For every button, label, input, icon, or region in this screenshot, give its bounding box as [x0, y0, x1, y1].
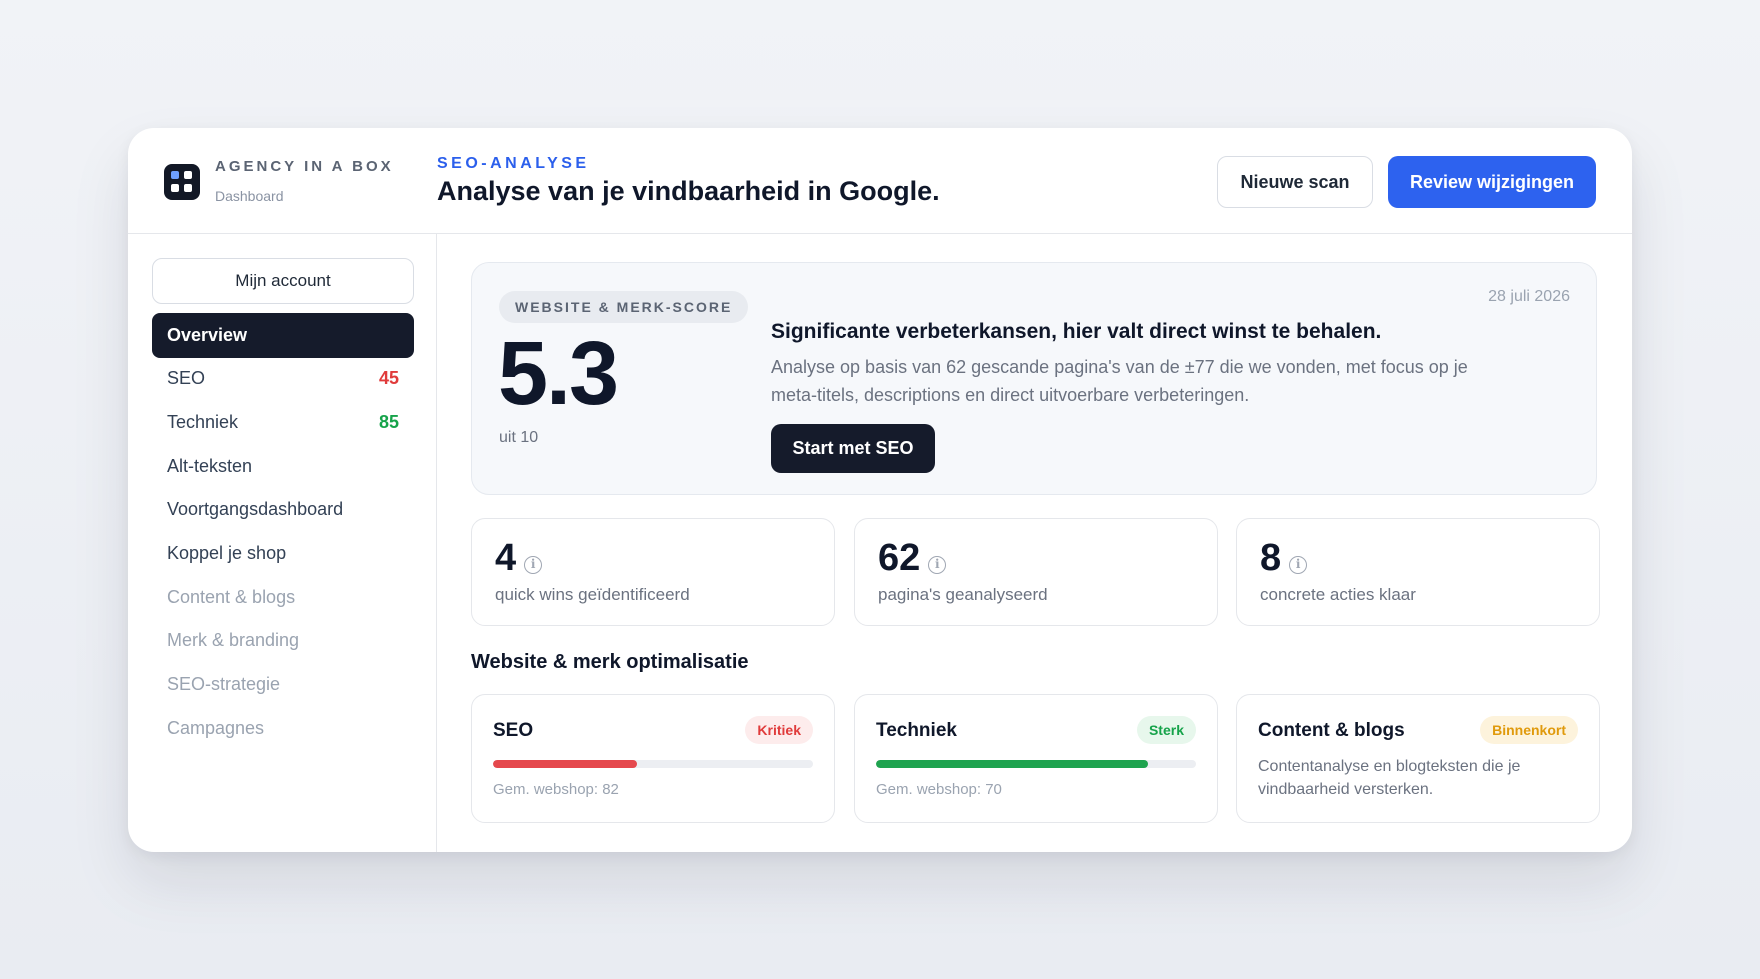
app-window: AGENCY IN A BOX Dashboard SEO-ANALYSE An… [128, 128, 1632, 852]
score-value: 5.3 [498, 324, 619, 424]
score-headline: Significante verbeterkansen, hier valt d… [771, 320, 1382, 343]
sidebar-item-content-blogs[interactable]: Content & blogs [152, 575, 414, 620]
score-scale: uit 10 [499, 429, 539, 446]
stat-label: concrete acties klaar [1260, 585, 1416, 604]
status-badge: Kritiek [745, 716, 813, 744]
stat-pages-analyzed: 62 i pagina's geanalyseerd [854, 518, 1218, 626]
sidebar-item-count: 85 [378, 412, 399, 432]
sidebar-item-label: Koppel je shop [167, 543, 287, 563]
status-badge: Binnenkort [1480, 716, 1578, 744]
sidebar-item-label: SEO [167, 368, 206, 388]
stat-value: 4 [495, 537, 517, 579]
sidebar-item-label: Content & blogs [167, 587, 296, 607]
brand-subtitle: Dashboard [215, 188, 284, 204]
page-eyebrow: SEO-ANALYSE [437, 155, 590, 172]
sidebar-item-koppel-je-shop[interactable]: Koppel je shop [152, 531, 414, 576]
stat-value: 62 [878, 537, 921, 579]
stat-value: 8 [1260, 537, 1282, 579]
sidebar: Mijn account Overview SEO 45 Techniek 85… [128, 234, 437, 852]
sidebar-item-seo[interactable]: SEO 45 [152, 356, 414, 401]
info-icon[interactable]: i [928, 556, 947, 574]
page-title: Analyse van je vindbaarheid in Google. [437, 176, 940, 206]
status-badge: Sterk [1136, 716, 1196, 744]
sidebar-item-label: SEO-strategie [167, 674, 281, 694]
score-card: WEBSITE & MERK-SCORE 5.3 uit 10 28 juli … [471, 262, 1597, 495]
card-meta: Gem. webshop: 82 [493, 781, 619, 798]
card-title: SEO [493, 720, 534, 741]
sidebar-item-label: Campagnes [167, 718, 265, 738]
card-title: Techniek [876, 720, 957, 741]
brand-name: AGENCY IN A BOX [215, 158, 394, 175]
sidebar-item-campagnes[interactable]: Campagnes [152, 706, 414, 751]
grid-icon[interactable] [164, 164, 200, 200]
sidebar-item-alt-teksten[interactable]: Alt-teksten [152, 444, 414, 489]
card-meta: Gem. webshop: 70 [876, 781, 1002, 798]
sidebar-item-label: Overview [167, 325, 248, 345]
stat-actions-ready: 8i concrete acties klaar [1236, 518, 1600, 626]
progress-bar [876, 760, 1196, 768]
scan-date: 28 juli 2026 [1488, 288, 1570, 305]
stat-quick-wins: 4i quick wins geïdentificeerd [471, 518, 835, 626]
category-card-seo[interactable]: SEO Kritiek Gem. webshop: 82 [471, 694, 835, 823]
stat-label: quick wins geïdentificeerd [495, 585, 690, 604]
account-button[interactable]: Mijn account [152, 258, 414, 304]
new-scan-button[interactable]: Nieuwe scan [1217, 156, 1373, 208]
stat-label: pagina's geanalyseerd [878, 585, 1048, 604]
sidebar-item-label: Alt-teksten [167, 456, 253, 476]
category-card-content-blogs[interactable]: Content & blogs Binnenkort Contentanalys… [1236, 694, 1600, 823]
sidebar-item-count: 45 [378, 368, 399, 388]
sidebar-item-overview[interactable]: Overview [152, 313, 414, 358]
sidebar-item-label: Merk & branding [167, 630, 300, 650]
sidebar-item-techniek[interactable]: Techniek 85 [152, 400, 414, 445]
card-title: Content & blogs [1258, 720, 1405, 741]
score-pill: WEBSITE & MERK-SCORE [499, 291, 749, 323]
sidebar-item-label: Techniek [167, 412, 239, 432]
sidebar-item-merk-branding[interactable]: Merk & branding [152, 618, 414, 663]
sidebar-item-label: Voortgangsdashboard [167, 499, 344, 519]
score-description: Analyse op basis van 62 gescande pagina'… [771, 357, 1468, 405]
card-description: Contentanalyse en blogteksten die je vin… [1258, 758, 1521, 798]
review-changes-button[interactable]: Review wijzigingen [1388, 156, 1596, 208]
sidebar-item-voortgangsdashboard[interactable]: Voortgangsdashboard [152, 487, 414, 532]
category-card-techniek[interactable]: Techniek Sterk Gem. webshop: 70 [854, 694, 1218, 823]
progress-fill [876, 760, 1148, 768]
header: AGENCY IN A BOX Dashboard SEO-ANALYSE An… [128, 128, 1632, 234]
section-title: Website & merk optimalisatie [471, 651, 749, 673]
sidebar-item-seo-strategie[interactable]: SEO-strategie [152, 662, 414, 707]
info-icon[interactable]: i [1289, 556, 1308, 574]
info-icon[interactable]: i [524, 556, 543, 574]
start-seo-button[interactable]: Start met SEO [771, 424, 935, 473]
progress-bar [493, 760, 813, 768]
progress-fill [493, 760, 637, 768]
